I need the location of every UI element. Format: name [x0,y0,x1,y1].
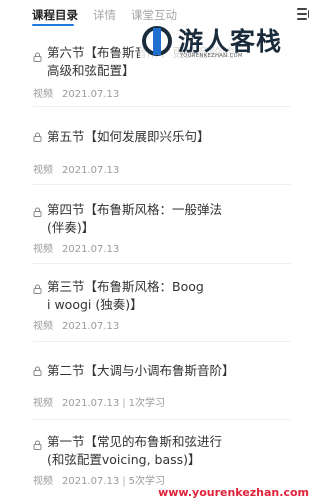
lesson-item[interactable]: 第五节【如何发展即兴乐句】 视频 2021.07.13 [0,106,315,185]
tab-course-catalog[interactable]: 课程目录 [32,7,78,23]
lesson-date: 2021.07.13 [62,89,120,100]
lock-icon [33,132,42,142]
lock-icon [33,207,42,217]
lesson-meta: 视频 2021.07.13 | 5次学习 [33,472,165,487]
tab-class-interaction[interactable]: 课堂互动 [131,7,177,23]
watermark-logo: 游人客栈 YOURENKEZHAN.COM [140,22,290,64]
lesson-type: 视频 [33,165,53,176]
lesson-meta: 视频 2021.07.13 [33,317,119,332]
lesson-title: 第四节【布鲁斯风格：一般弹法(伴奏)】 [47,202,223,235]
lesson-type: 视频 [33,398,53,409]
lesson-item[interactable]: 第二节【大调与小调布鲁斯音阶】 视频 2021.07.13 | 1次学习 [0,341,315,420]
tab-details[interactable]: 详情 [93,7,116,23]
lesson-title: 第三节【布鲁斯风格：Boogi woogi (独奏)】 [47,279,204,312]
watermark-url: www.yourenkezhan.com [158,486,309,499]
lesson-date: 2021.07.13 [62,165,120,176]
active-tab-indicator [32,24,74,26]
lesson-date: 2021.07.13 [62,321,120,332]
lesson-date: 2021.07.13 [62,398,120,409]
watermark-emblem-icon [142,26,172,56]
meta-separator: | [122,476,126,487]
lock-icon [33,284,42,294]
list-menu-icon[interactable] [297,8,311,20]
lesson-meta: 视频 2021.07.13 [33,240,119,255]
lesson-type: 视频 [33,321,53,332]
lesson-title: 第五节【如何发展即兴乐句】 [47,129,210,144]
lesson-item[interactable]: 第三节【布鲁斯风格：Boogi woogi (独奏)】 视频 2021.07.13 [0,263,315,342]
meta-separator: | [122,398,126,409]
lesson-type: 视频 [33,89,53,100]
lock-icon [33,440,42,450]
lesson-views: 1次学习 [128,398,166,409]
lesson-title: 第一节【常见的布鲁斯和弦进行(和弦配置voicing, bass)】 [47,434,223,467]
lesson-date: 2021.07.13 [62,244,120,255]
lock-icon [33,52,42,62]
watermark-subtitle: YOURENKEZHAN.COM [180,53,243,59]
lesson-meta: 视频 2021.07.13 [33,161,119,176]
lesson-item[interactable]: 第四节【布鲁斯风格：一般弹法(伴奏)】 视频 2021.07.13 [0,184,315,264]
lesson-meta: 视频 2021.07.13 [33,85,119,100]
lesson-type: 视频 [33,244,53,255]
lesson-date: 2021.07.13 [62,476,120,487]
lesson-title: 第二节【大调与小调布鲁斯音阶】 [47,363,235,378]
lesson-type: 视频 [33,476,53,487]
lesson-meta: 视频 2021.07.13 | 1次学习 [33,394,165,409]
lock-icon [33,366,42,376]
